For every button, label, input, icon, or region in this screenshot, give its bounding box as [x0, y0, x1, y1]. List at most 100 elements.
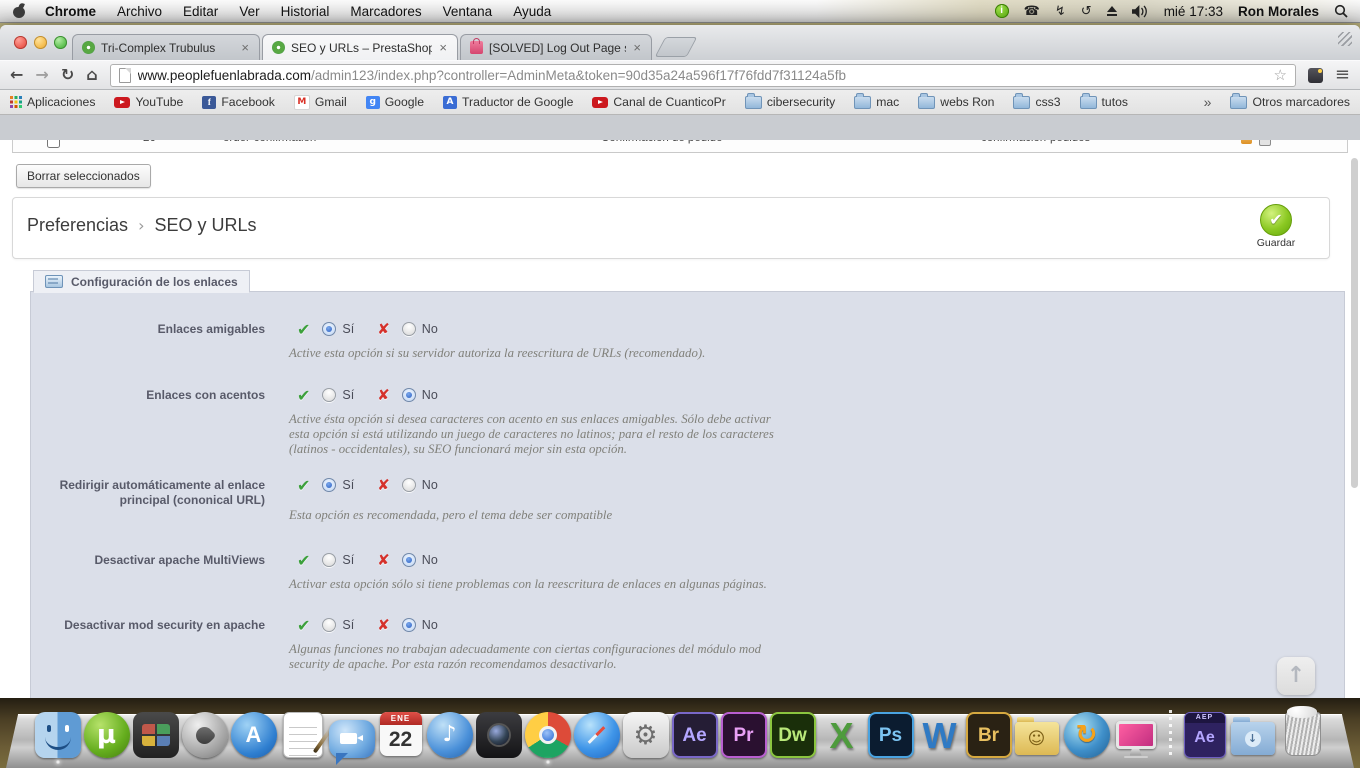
tab-tri-complex[interactable]: Tri-Complex Trubulus ×: [72, 34, 260, 60]
word-icon[interactable]: W: [917, 712, 963, 758]
radio-yes[interactable]: [322, 388, 337, 402]
utorrent-icon[interactable]: µ: [83, 712, 130, 758]
new-tab-button[interactable]: [654, 37, 698, 57]
page-scrollbar-thumb[interactable]: [1351, 158, 1358, 488]
bookmark-aplicaciones[interactable]: Aplicaciones: [10, 95, 95, 109]
bookmark-canal-cuantico[interactable]: Canal de CuanticoPr: [592, 95, 726, 109]
menu-chrome[interactable]: Chrome: [45, 4, 96, 19]
zigzag-arrow-icon[interactable]: ↯: [1055, 4, 1066, 19]
user-menu[interactable]: Ron Morales: [1238, 4, 1319, 19]
menu-marcadores[interactable]: Marcadores: [350, 4, 421, 19]
dashboard-icon[interactable]: [132, 712, 179, 758]
system-preferences-icon[interactable]: ⚙: [622, 712, 669, 758]
menu-ayuda[interactable]: Ayuda: [513, 4, 551, 19]
after-effects-icon[interactable]: Ae: [671, 712, 718, 758]
bridge-icon[interactable]: Br: [965, 712, 1012, 758]
safari-icon[interactable]: [573, 712, 620, 758]
radio-no[interactable]: [401, 553, 416, 567]
app-store-icon[interactable]: A: [230, 712, 277, 758]
radio-yes-label[interactable]: Sí: [342, 388, 354, 402]
back-button[interactable]: ←: [10, 67, 23, 83]
imac-display-icon[interactable]: [1113, 712, 1159, 758]
page-icon[interactable]: [118, 67, 131, 83]
tab-seo-urls[interactable]: SEO y URLs – PrestaShop™ ×: [262, 34, 458, 60]
bookmark-folder-css3[interactable]: css3: [1013, 92, 1061, 109]
forward-button[interactable]: →: [35, 67, 48, 83]
bookmark-facebook[interactable]: f Facebook: [202, 95, 275, 109]
calendar-icon[interactable]: ENE 22: [378, 712, 424, 758]
excel-icon[interactable]: X: [819, 712, 865, 758]
radio-yes[interactable]: [322, 618, 337, 632]
downloads-folder-icon[interactable]: ↓: [1230, 712, 1277, 758]
radio-yes-label[interactable]: Sí: [342, 478, 354, 492]
tab-logout-page[interactable]: [SOLVED] Log Out Page sho ×: [460, 34, 652, 60]
textedit-icon[interactable]: [280, 712, 333, 758]
dreamweaver-icon[interactable]: Dw: [769, 712, 816, 758]
radio-yes[interactable]: [322, 322, 337, 336]
radio-yes[interactable]: [322, 478, 337, 492]
bookmark-gmail[interactable]: M Gmail: [293, 94, 347, 110]
bookmark-folder-tutos[interactable]: tutos: [1079, 92, 1128, 109]
smiley-folder-icon[interactable]: ☺: [1014, 712, 1061, 758]
bookmark-traductor[interactable]: A Traductor de Google: [443, 95, 573, 109]
bookmark-folder-cibersecurity[interactable]: cibersecurity: [744, 92, 835, 109]
bookmark-folder-mac[interactable]: mac: [854, 92, 899, 109]
tab-close-icon[interactable]: ×: [240, 40, 250, 55]
save-button[interactable]: ✔ Guardar: [1245, 204, 1307, 249]
finder-icon[interactable]: [34, 712, 81, 764]
radio-no-label[interactable]: No: [422, 478, 438, 492]
radio-no[interactable]: [401, 618, 416, 632]
green-info-icon[interactable]: i: [994, 4, 1009, 18]
radio-no-label[interactable]: No: [422, 553, 438, 567]
address-bar[interactable]: www.peoplefuenlabrada.com/admin123/index…: [109, 63, 1296, 87]
close-window-button[interactable]: [14, 36, 27, 49]
radio-yes[interactable]: [322, 553, 337, 567]
trash-icon[interactable]: [1280, 706, 1326, 758]
edit-icon[interactable]: [1241, 140, 1252, 144]
volume-icon[interactable]: [1131, 4, 1149, 18]
radio-yes-label[interactable]: Sí: [342, 553, 354, 567]
itunes-icon[interactable]: ♪: [426, 712, 473, 758]
window-resize-grip[interactable]: [1338, 32, 1352, 46]
breadcrumb-preferencias[interactable]: Preferencias: [27, 215, 128, 236]
premiere-icon[interactable]: Pr: [720, 712, 767, 758]
radio-no-label[interactable]: No: [422, 388, 438, 402]
delete-icon[interactable]: [1259, 140, 1271, 146]
bookmark-google[interactable]: g Google: [365, 95, 424, 109]
messages-icon[interactable]: [328, 712, 375, 765]
menu-ver[interactable]: Ver: [239, 4, 259, 19]
bookmark-folder-webs-ron[interactable]: webs Ron: [918, 92, 994, 109]
scroll-to-top-button[interactable]: ↑: [1277, 657, 1315, 695]
tab-close-icon[interactable]: ×: [438, 40, 448, 55]
radio-no[interactable]: [401, 478, 416, 492]
radio-no-label[interactable]: No: [422, 618, 438, 632]
bookmarks-overflow-chevron[interactable]: »: [1204, 94, 1212, 110]
radio-no-label[interactable]: No: [422, 322, 438, 336]
after-effects-project-icon[interactable]: AEP Ae: [1182, 712, 1228, 758]
radio-no[interactable]: [401, 388, 416, 402]
photo-booth-icon[interactable]: [475, 712, 522, 758]
photoshop-icon[interactable]: Ps: [867, 712, 914, 758]
menu-editar[interactable]: Editar: [183, 4, 218, 19]
menu-archivo[interactable]: Archivo: [117, 4, 162, 19]
menu-historial[interactable]: Historial: [281, 4, 330, 19]
menu-ventana[interactable]: Ventana: [443, 4, 493, 19]
extension-icon[interactable]: [1307, 67, 1323, 83]
eject-icon[interactable]: [1106, 6, 1117, 16]
bookmark-youtube[interactable]: YouTube: [114, 95, 183, 109]
chrome-icon[interactable]: [524, 712, 571, 764]
delete-selected-button[interactable]: Borrar seleccionados: [16, 164, 151, 188]
home-button[interactable]: ⌂: [86, 67, 97, 83]
zoom-window-button[interactable]: [54, 36, 67, 49]
tab-close-icon[interactable]: ×: [632, 40, 642, 55]
radio-yes-label[interactable]: Sí: [342, 618, 354, 632]
radio-yes-label[interactable]: Sí: [342, 322, 354, 336]
row-checkbox[interactable]: [47, 140, 60, 148]
globe-sync-icon[interactable]: ↻: [1063, 712, 1110, 758]
minimize-window-button[interactable]: [34, 36, 47, 49]
other-bookmarks[interactable]: Otros marcadores: [1230, 92, 1350, 109]
menu-clock[interactable]: mié 17:33: [1164, 4, 1223, 19]
chrome-menu-icon[interactable]: ≡: [1335, 66, 1350, 84]
reload-button[interactable]: ↻: [61, 67, 74, 83]
time-machine-icon[interactable]: ↺: [1081, 4, 1092, 19]
